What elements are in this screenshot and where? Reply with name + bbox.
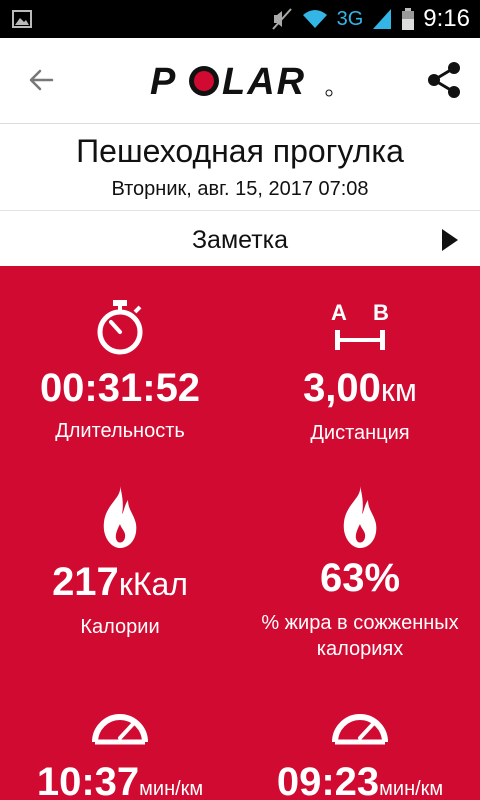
svg-text:LAR: LAR [222, 61, 306, 102]
signal-icon [373, 9, 392, 29]
fat-percent-label: % жира в сожженных калориях [240, 610, 480, 662]
clock: 9:16 [423, 5, 470, 32]
distance-stat: A B 3,00км Дистанция [240, 298, 480, 446]
flame-icon [343, 486, 377, 548]
network-type: 3G [336, 7, 364, 30]
play-arrow-icon [442, 229, 458, 251]
svg-text:P: P [150, 61, 177, 102]
fat-percent-value: 63% [319, 556, 401, 600]
calories-stat: 217кКал Калории [0, 484, 240, 640]
battery-icon [402, 8, 415, 30]
pace-avg-stat: 10:37мин/км [0, 706, 240, 800]
pace-avg-value-row: 10:37мин/км [0, 760, 240, 800]
duration-stat: 00:31:52 Длительность [0, 298, 240, 444]
fat-percent-stat: 63% % жира в сожженных калориях [240, 484, 480, 662]
duration-label: Длительность [55, 420, 185, 442]
speedometer-icon [92, 714, 148, 745]
pace-avg-unit: мин/км [139, 778, 204, 800]
fat-label-line1: % жира в сожженных [261, 612, 459, 634]
fat-label-line2: калориях [316, 638, 404, 660]
calories-value: 217 [52, 560, 119, 604]
note-label: Заметка [191, 226, 289, 254]
svg-text:B: B [373, 300, 389, 325]
svg-text:A: A [331, 300, 347, 325]
pace-avg-value: 10:37 [36, 760, 140, 800]
duration-value: 00:31:52 [39, 366, 201, 410]
calories-label: Калории [80, 616, 160, 638]
wifi-icon [302, 10, 327, 28]
distance-value-row: 3,00км [240, 366, 480, 412]
workout-header: Пешеходная прогулка Вторник, авг. 15, 20… [0, 125, 480, 211]
flame-icon [103, 486, 137, 548]
gallery-notification-icon [12, 10, 32, 28]
calories-value-row: 217кКал [0, 560, 240, 606]
workout-datetime: Вторник, авг. 15, 2017 07:08 [111, 178, 369, 200]
stopwatch-icon [97, 300, 143, 355]
back-arrow-icon[interactable] [22, 60, 62, 100]
pace-max-value: 09:23 [276, 760, 380, 800]
share-icon[interactable] [424, 60, 464, 100]
mute-icon [271, 8, 292, 30]
workout-title: Пешеходная прогулка [76, 133, 404, 169]
speedometer-icon [332, 714, 388, 745]
distance-ab-icon: A B [331, 300, 389, 350]
distance-value: 3,00 [303, 366, 381, 410]
status-bar: 3G 9:16 [0, 0, 480, 38]
pace-max-value-row: 09:23мин/км [240, 760, 480, 800]
note-row[interactable]: Заметка [0, 212, 480, 266]
distance-label: Дистанция [310, 422, 410, 444]
calories-unit: кКал [118, 566, 188, 602]
pace-max-unit: мин/км [379, 778, 444, 800]
app-toolbar: P LAR [0, 38, 480, 124]
distance-unit: км [380, 372, 417, 408]
stats-panel: 00:31:52 Длительность A B 3,00км Дистанц… [0, 266, 480, 800]
pace-max-stat: 09:23мин/км [240, 706, 480, 800]
polar-logo: P LAR [150, 61, 333, 102]
